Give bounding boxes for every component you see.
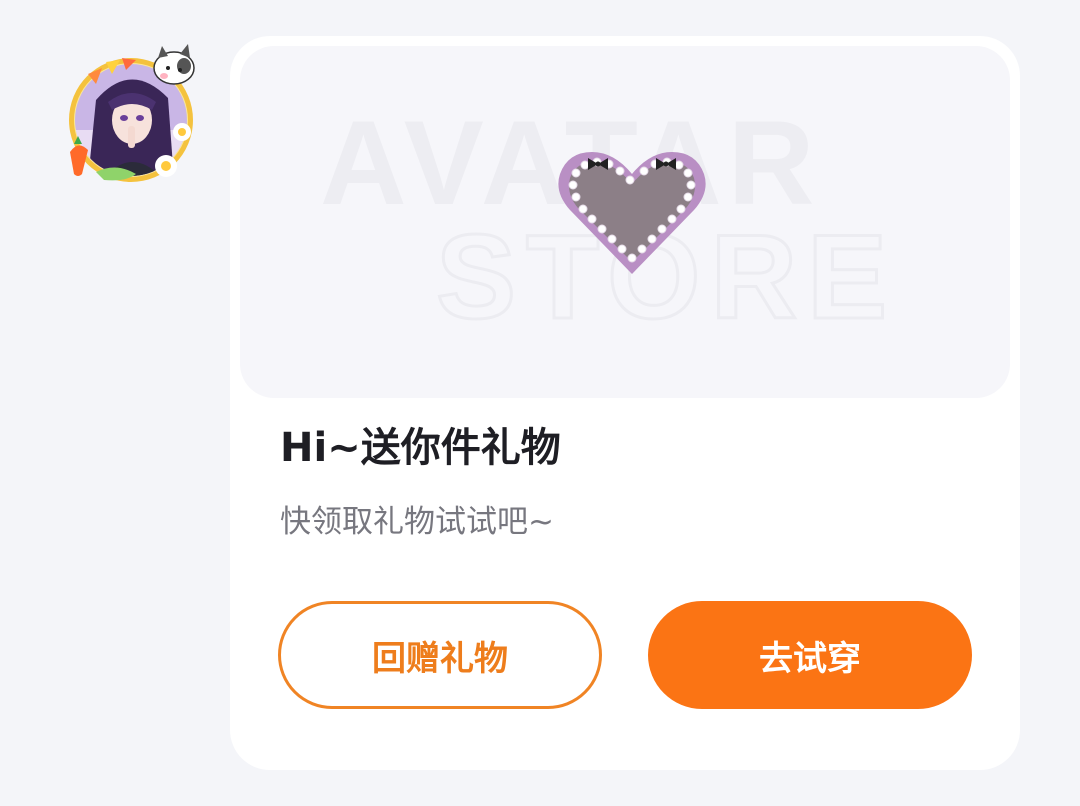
return-gift-button[interactable]: 回赠礼物 xyxy=(278,601,602,709)
gift-banner: AVATAR STORE xyxy=(240,46,1010,398)
chat-screen: AVATAR STORE xyxy=(0,0,1080,806)
heart-frame-icon xyxy=(552,146,712,278)
gift-title: Hi~送你件礼物 xyxy=(280,425,561,471)
gift-card[interactable]: AVATAR STORE xyxy=(230,36,1020,770)
gift-subtitle: 快领取礼物试试吧~ xyxy=(280,504,554,540)
avatar-image xyxy=(69,44,195,182)
try-on-button[interactable]: 去试穿 xyxy=(648,601,972,709)
sender-avatar[interactable] xyxy=(56,40,206,190)
